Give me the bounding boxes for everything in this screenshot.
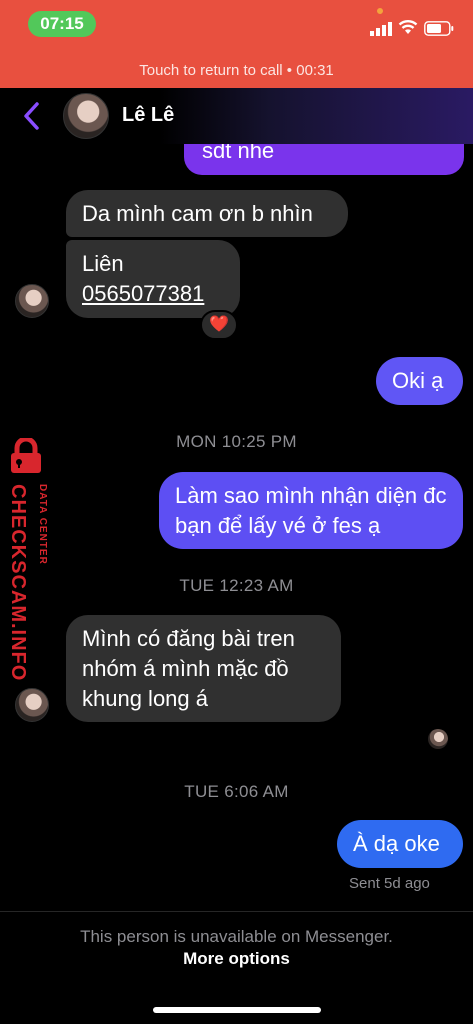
lock-icon [11,438,41,473]
wifi-icon [398,20,418,34]
watermark-text: CHECKSCAM.INFO [7,484,29,682]
message-timestamp: TUE 12:23 AM [179,576,294,595]
battery-icon [424,21,454,36]
incoming-message[interactable]: Da mình cam ơn b nhìn [66,190,348,237]
home-indicator[interactable] [153,1007,321,1013]
outgoing-message[interactable]: Oki ạ [376,357,463,405]
privacy-indicator-dot [377,8,383,14]
sent-status: Sent 5d ago [349,875,430,892]
header-gradient [160,88,473,144]
incoming-message[interactable]: Liên 0565077381 [66,240,240,318]
contact-name[interactable]: Lê Lê [122,104,174,127]
message-text: À dạ oke [353,831,440,856]
signal-icon [370,22,392,36]
footer-divider [0,911,473,912]
message-text: Liên [82,251,124,276]
contact-avatar[interactable] [63,93,109,139]
message-text: Mình có đăng bài tren nhóm á mình mặc đồ… [82,626,295,711]
message-timestamp: MON 10:25 PM [176,432,297,451]
message-text: Oki ạ [392,368,444,393]
outgoing-message[interactable]: Làm sao mình nhận diện đc bạn để lấy vé … [159,472,463,549]
message-text: Da mình cam ơn b nhìn [82,201,313,226]
return-to-call-banner[interactable]: 07:15 Touch to return to call • 00:31 [0,0,473,88]
watermark-subtext: DATA CENTER [37,484,48,565]
outgoing-message-partial[interactable]: sdt nhe [184,144,464,175]
more-options-button[interactable]: More options [0,949,473,969]
sender-avatar[interactable] [15,284,49,318]
sender-avatar[interactable] [15,688,49,722]
outgoing-message[interactable]: À dạ oke [337,820,463,868]
seen-indicator-avatar [428,729,448,749]
message-text: Làm sao mình nhận diện đc bạn để lấy vé … [175,483,447,538]
phone-number-link[interactable]: 0565077381 [82,279,224,309]
message-text: sdt nhe [202,144,275,163]
chevron-left-icon[interactable] [18,100,46,132]
chat-header: Lê Lê [0,88,473,144]
message-timestamp: TUE 6:06 AM [184,782,289,801]
incoming-message[interactable]: Mình có đăng bài tren nhóm á mình mặc đồ… [66,615,341,722]
heart-reaction-icon[interactable]: ❤️ [200,310,238,340]
unavailable-notice: This person is unavailable on Messenger. [80,927,393,946]
status-time: 07:15 [28,11,96,37]
return-to-call-label: Touch to return to call • 00:31 [139,62,334,79]
